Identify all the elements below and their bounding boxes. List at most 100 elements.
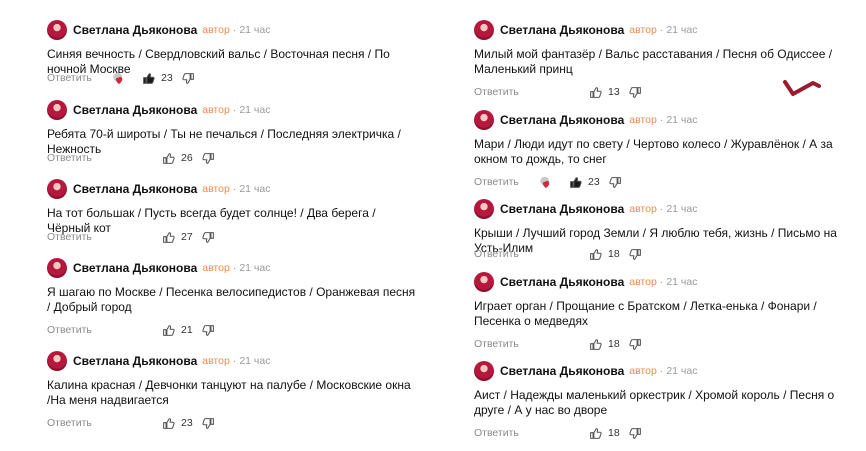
author-name[interactable]: Светлана Дьяконова: [73, 23, 197, 37]
thumbs-up-icon[interactable]: [566, 174, 584, 190]
comment: Светлана Дьяконова автор · 21 час Я шага…: [47, 258, 437, 336]
comment-header: Светлана Дьяконова автор · 21 час: [47, 179, 437, 199]
comment-header: Светлана Дьяконова автор · 21 час: [474, 361, 864, 381]
thumbs-up-icon[interactable]: [159, 415, 177, 431]
comment: Светлана Дьяконова автор · 21 час На тот…: [47, 179, 437, 243]
author-badge: автор: [629, 203, 657, 215]
author-name[interactable]: Светлана Дьяконова: [500, 202, 624, 216]
thumbs-up-icon[interactable]: [586, 336, 604, 352]
comment-text: Играет орган / Прощание с Братском / Лет…: [474, 299, 817, 328]
avatar[interactable]: [47, 351, 67, 371]
thumbs-down-icon[interactable]: [626, 336, 644, 352]
author-name[interactable]: Светлана Дьяконова: [500, 364, 624, 378]
thumbs-up-icon[interactable]: [159, 150, 177, 166]
avatar[interactable]: [47, 100, 67, 120]
comment-header: Светлана Дьяконова автор · 21 час: [474, 272, 864, 292]
thumbs-down-icon[interactable]: [199, 150, 217, 166]
separator-dot: ·: [232, 104, 237, 116]
author-name[interactable]: Светлана Дьяконова: [500, 113, 624, 127]
timestamp: 21 час: [666, 203, 698, 215]
comment-header: Светлана Дьяконова автор · 21 час: [47, 351, 437, 371]
reply-button[interactable]: Ответить: [47, 324, 109, 336]
author-badge: автор: [202, 355, 230, 367]
thumbs-down-icon[interactable]: [626, 84, 644, 100]
comment-actions: Ответить 26: [47, 150, 217, 166]
thumbs-up-icon[interactable]: [586, 84, 604, 100]
thumbs-down-icon[interactable]: [199, 229, 217, 245]
author-name[interactable]: Светлана Дьяконова: [73, 103, 197, 117]
avatar[interactable]: [47, 20, 67, 40]
author-badge: автор: [202, 24, 230, 36]
thumbs-down-icon[interactable]: [606, 174, 624, 190]
like-count: 23: [181, 417, 193, 429]
thumbs-up-icon[interactable]: [139, 70, 157, 86]
comment-actions: Ответить 21: [47, 322, 217, 338]
comment: Светлана Дьяконова автор · 21 час Мари /…: [474, 110, 864, 189]
separator-dot: ·: [232, 262, 237, 274]
comment-actions: Ответить 23: [47, 415, 217, 431]
comment-actions: Ответить 27: [47, 229, 217, 245]
comment: Светлана Дьяконова автор · 21 час Крыши …: [474, 199, 864, 260]
comment-text: Я шагаю по Москве / Песенка велосипедист…: [47, 285, 416, 314]
author-name[interactable]: Светлана Дьяконова: [73, 354, 197, 368]
author-name[interactable]: Светлана Дьяконова: [500, 275, 624, 289]
thumbs-down-icon[interactable]: [626, 425, 644, 441]
separator-dot: ·: [232, 24, 237, 36]
heart-reaction-icon[interactable]: [109, 71, 129, 85]
comment-actions: Ответить 18: [474, 425, 644, 441]
comment-header: Светлана Дьяконова автор · 21 час: [47, 20, 437, 40]
separator-dot: ·: [659, 203, 664, 215]
thumbs-up-icon[interactable]: [586, 246, 604, 262]
comment-header: Светлана Дьяконова автор · 21 час: [474, 20, 864, 40]
thumbs-down-icon[interactable]: [626, 246, 644, 262]
comment-text: Милый мой фантазёр / Вальс расставания /…: [474, 47, 833, 76]
reply-button[interactable]: Ответить: [474, 176, 536, 188]
avatar[interactable]: [474, 20, 494, 40]
avatar[interactable]: [474, 110, 494, 130]
author-name[interactable]: Светлана Дьяконова: [73, 182, 197, 196]
reply-button[interactable]: Ответить: [474, 338, 536, 350]
heart-reaction-icon[interactable]: [536, 175, 556, 189]
thumbs-up-icon[interactable]: [586, 425, 604, 441]
reply-button[interactable]: Ответить: [47, 152, 109, 164]
avatar[interactable]: [47, 258, 67, 278]
reply-button[interactable]: Ответить: [47, 231, 109, 243]
comment-header: Светлана Дьяконова автор · 21 час: [474, 110, 864, 130]
thumbs-down-icon[interactable]: [199, 322, 217, 338]
reply-button[interactable]: Ответить: [47, 72, 109, 84]
separator-dot: ·: [659, 114, 664, 126]
author-badge: автор: [629, 114, 657, 126]
author-badge: автор: [629, 24, 657, 36]
separator-dot: ·: [659, 276, 664, 288]
avatar[interactable]: [47, 179, 67, 199]
timestamp: 21 час: [239, 24, 271, 36]
timestamp: 21 час: [666, 276, 698, 288]
avatar[interactable]: [474, 361, 494, 381]
like-count: 13: [608, 86, 620, 98]
separator-dot: ·: [659, 365, 664, 377]
reply-button[interactable]: Ответить: [474, 248, 536, 260]
comment: Светлана Дьяконова автор · 21 час Аист /…: [474, 361, 864, 439]
comment-actions: Ответить 13: [474, 84, 644, 100]
avatar[interactable]: [474, 272, 494, 292]
comment: Светлана Дьяконова автор · 21 час Ребята…: [47, 100, 437, 164]
author-badge: автор: [202, 183, 230, 195]
author-name[interactable]: Светлана Дьяконова: [73, 261, 197, 275]
comment-actions: Ответить 18: [474, 336, 644, 352]
author-badge: автор: [629, 365, 657, 377]
thumbs-down-icon[interactable]: [179, 70, 197, 86]
thumbs-up-icon[interactable]: [159, 229, 177, 245]
red-checkmark-decoration: [783, 80, 821, 96]
reply-button[interactable]: Ответить: [474, 86, 536, 98]
reply-button[interactable]: Ответить: [47, 417, 109, 429]
thumbs-up-icon[interactable]: [159, 322, 177, 338]
timestamp: 21 час: [239, 355, 271, 367]
reply-button[interactable]: Ответить: [474, 427, 536, 439]
like-count: 18: [608, 248, 620, 260]
timestamp: 21 час: [666, 365, 698, 377]
thumbs-down-icon[interactable]: [199, 415, 217, 431]
author-name[interactable]: Светлана Дьяконова: [500, 23, 624, 37]
like-count: 21: [181, 324, 193, 336]
avatar[interactable]: [474, 199, 494, 219]
timestamp: 21 час: [239, 183, 271, 195]
